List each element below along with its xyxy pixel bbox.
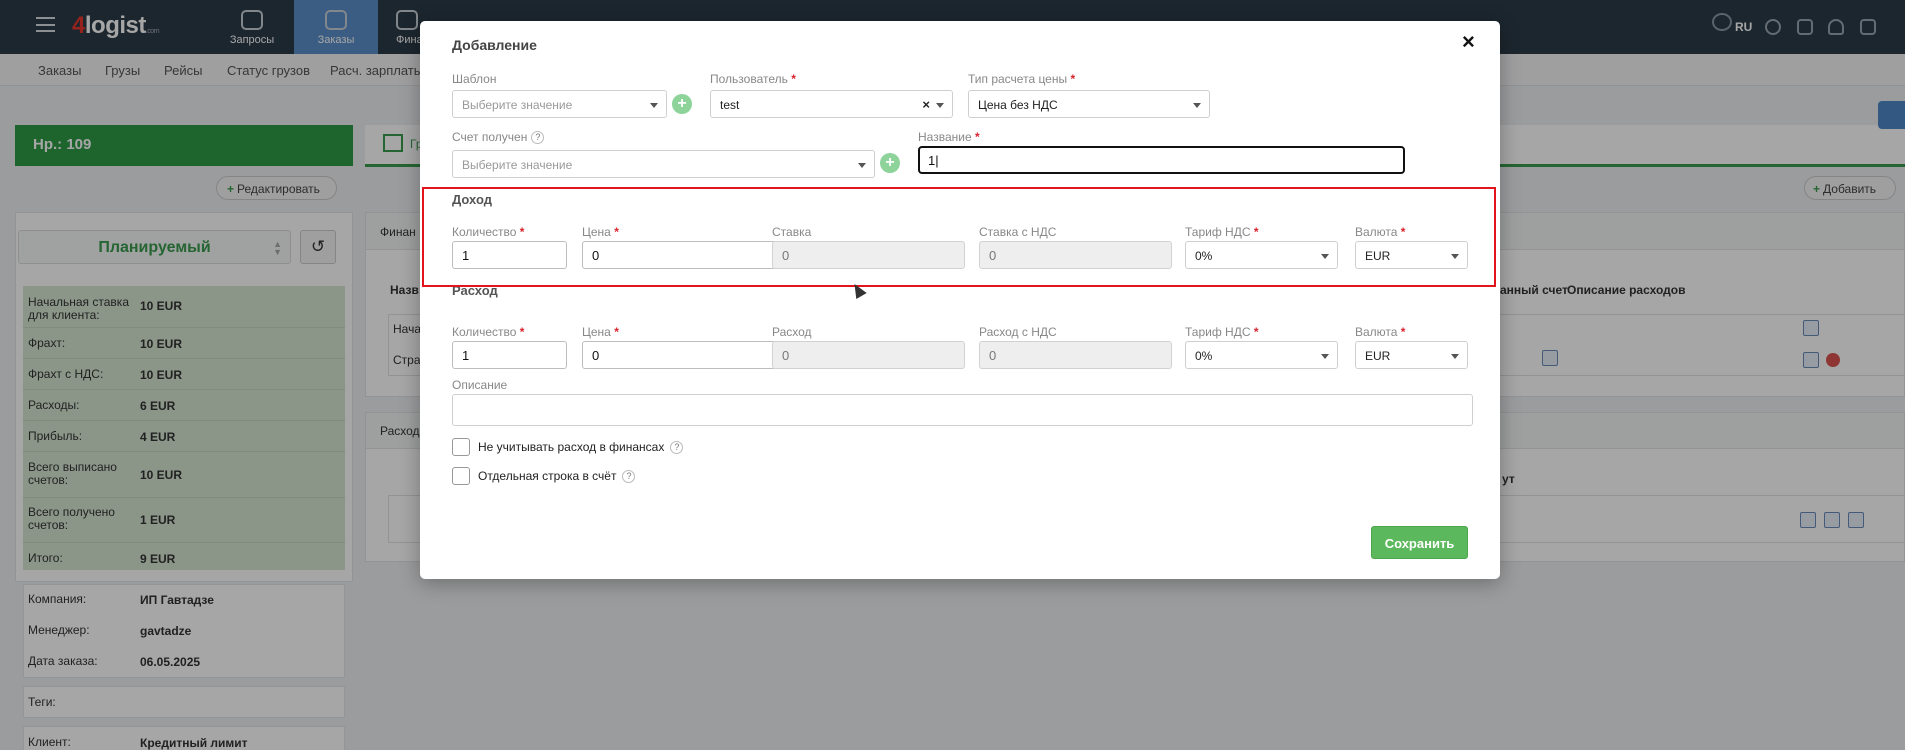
chevron-down-icon xyxy=(858,163,866,168)
help-icon[interactable]: ? xyxy=(670,441,684,455)
modal-title: Добавление xyxy=(452,37,537,53)
name-input[interactable]: 1| xyxy=(918,146,1405,174)
chevron-down-icon xyxy=(936,103,944,108)
description-label: Описание xyxy=(452,378,508,392)
expense-amount-label: Расход xyxy=(772,325,812,339)
template-label: Шаблон xyxy=(452,72,497,86)
user-label: Пользователь * xyxy=(710,72,796,86)
save-button[interactable]: Сохранить xyxy=(1371,526,1468,559)
separate-line-checkbox[interactable] xyxy=(452,467,470,485)
user-select[interactable]: test × xyxy=(710,90,953,118)
expense-vat-amount-field: 0 xyxy=(979,341,1172,369)
exclude-expense-checkbox[interactable] xyxy=(452,438,470,456)
add-modal: Добавление × Шаблон Выберите значение + … xyxy=(420,21,1500,579)
expense-amount-field: 0 xyxy=(772,341,965,369)
expense-currency-select[interactable]: EUR xyxy=(1355,341,1468,369)
clear-icon[interactable]: × xyxy=(922,97,930,112)
help-icon[interactable]: ? xyxy=(531,131,545,145)
add-template-button[interactable]: + xyxy=(672,94,692,114)
expense-currency-label: Валюта * xyxy=(1355,325,1406,339)
help-icon[interactable]: ? xyxy=(622,470,636,484)
price-type-select[interactable]: Цена без НДС xyxy=(968,90,1210,118)
expense-price-label: Цена * xyxy=(582,325,619,339)
invoice-received-select[interactable]: Выберите значение xyxy=(452,150,875,178)
expense-quantity-label: Количество * xyxy=(452,325,525,339)
name-label: Название * xyxy=(918,130,980,144)
chevron-down-icon xyxy=(1193,103,1201,108)
expense-vat-amount-label: Расход с НДС xyxy=(979,325,1057,339)
description-textarea[interactable] xyxy=(452,394,1473,426)
expense-vat-select[interactable]: 0% xyxy=(1185,341,1338,369)
separate-line-label: Отдельная строка в счёт? xyxy=(478,469,636,484)
expense-price-input[interactable]: 0 xyxy=(582,341,776,369)
expense-vat-label: Тариф НДС * xyxy=(1185,325,1259,339)
exclude-expense-label: Не учитывать расход в финансах? xyxy=(478,440,684,455)
chevron-down-icon xyxy=(650,103,658,108)
income-highlight-box xyxy=(422,187,1496,287)
add-invoice-button[interactable]: + xyxy=(880,153,900,173)
price-type-label: Тип расчета цены * xyxy=(968,72,1076,86)
invoice-received-label: Счет получен? xyxy=(452,130,545,145)
chevron-down-icon xyxy=(1451,354,1459,359)
expense-quantity-input[interactable]: 1 xyxy=(452,341,567,369)
template-select[interactable]: Выберите значение xyxy=(452,90,667,118)
chevron-down-icon xyxy=(1321,354,1329,359)
close-icon[interactable]: × xyxy=(1462,31,1475,53)
